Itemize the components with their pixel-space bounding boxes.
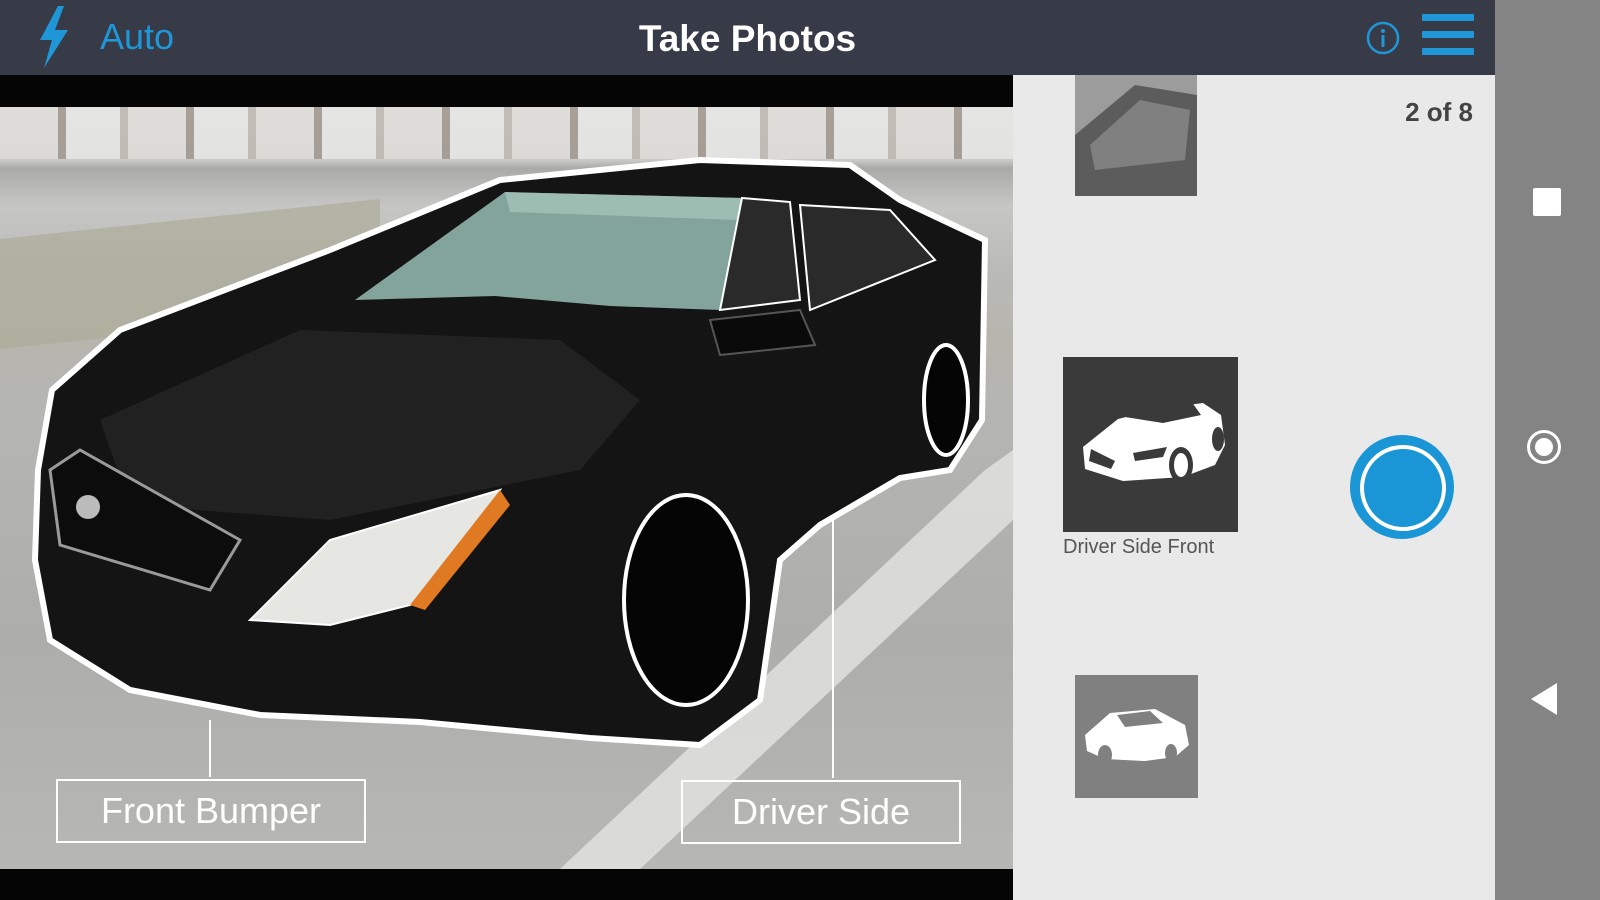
photo-counter: 2 of 8 bbox=[1405, 97, 1473, 127]
current-shot-thumbnail[interactable] bbox=[1063, 357, 1238, 532]
camera-preview-image bbox=[0, 107, 1013, 869]
front-bumper-label[interactable]: Front Bumper bbox=[56, 779, 366, 843]
flash-mode-label: Auto bbox=[100, 16, 175, 57]
app-top-bar: Auto Take Photos bbox=[0, 0, 1495, 75]
menu-button[interactable] bbox=[1422, 14, 1474, 60]
home-circle-icon[interactable] bbox=[1527, 430, 1561, 464]
info-button[interactable] bbox=[1366, 21, 1400, 55]
lightning-bolt-icon bbox=[40, 6, 68, 68]
shutter-ring bbox=[1360, 445, 1446, 531]
system-navigation-bar bbox=[1495, 0, 1600, 900]
recents-square-icon[interactable] bbox=[1533, 188, 1561, 216]
shot-selector-panel: 2 of 8 Driver Side Front bbox=[1013, 75, 1495, 900]
current-shot-caption: Driver Side Front bbox=[1063, 536, 1215, 558]
next-shot-thumbnail[interactable] bbox=[1075, 675, 1198, 798]
shutter-button[interactable] bbox=[1350, 435, 1454, 539]
car-rear-angle-icon bbox=[1075, 675, 1198, 798]
camera-viewfinder[interactable]: Front Bumper Driver Side bbox=[0, 75, 1013, 900]
car-window-photo bbox=[1075, 75, 1197, 196]
car-overlay-graphic bbox=[31, 156, 1013, 869]
previous-shot-thumbnail[interactable] bbox=[1075, 75, 1197, 196]
driver-side-label[interactable]: Driver Side bbox=[681, 780, 961, 844]
info-circle-icon bbox=[1366, 21, 1400, 55]
car-front-angle-icon bbox=[1063, 357, 1238, 532]
back-triangle-icon[interactable] bbox=[1531, 683, 1557, 715]
page-title: Take Photos bbox=[638, 18, 857, 59]
hamburger-menu-icon bbox=[1422, 14, 1474, 55]
flash-mode-button[interactable]: Auto bbox=[34, 6, 174, 68]
